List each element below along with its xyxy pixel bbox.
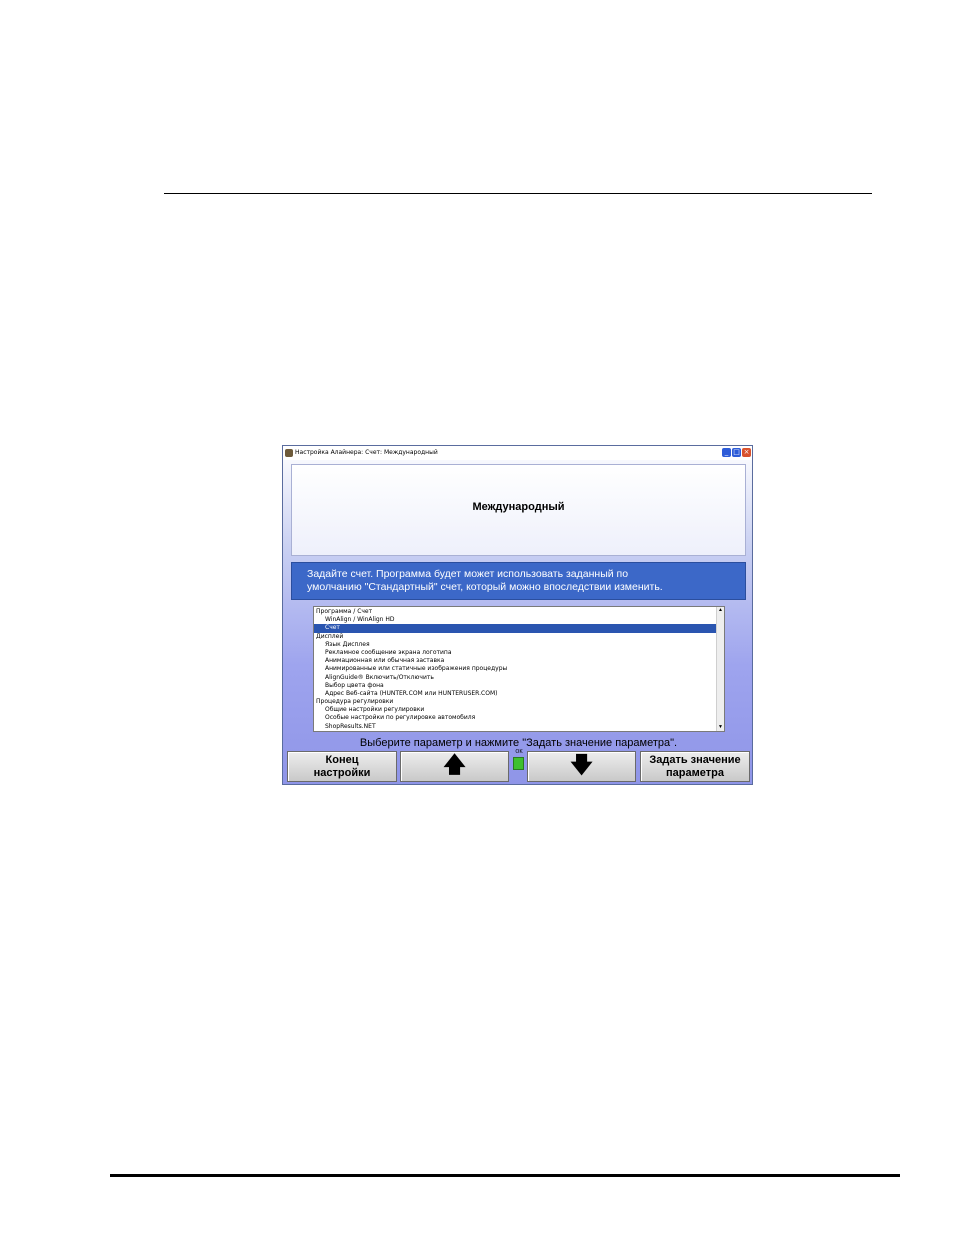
list-item[interactable]: ShopResults.NET [314, 723, 717, 731]
list-item[interactable]: Программа / Счет [314, 608, 717, 616]
instruction-text: Выберите параметр и нажмите "Задать знач… [359, 737, 678, 749]
minimize-icon[interactable]: _ [722, 448, 731, 457]
list-item[interactable]: Анимированные или статичные изображения … [314, 665, 717, 673]
app-window: Настройка Алайнера: Счет: Международный … [282, 445, 753, 785]
end-setup-label-2: настройки [313, 767, 371, 779]
maximize-icon[interactable]: □ [732, 448, 741, 457]
set-value-label-1: Задать значение [649, 754, 741, 766]
list-item[interactable]: Счет [314, 624, 717, 633]
list-item[interactable]: Рекламное сообщение экрана логотипа [314, 649, 717, 657]
move-down-button[interactable]: 🡇 [527, 751, 636, 782]
list-items: Программа / Счет WinAlign / WinAlign HD Сч… [314, 608, 717, 731]
list-item[interactable]: Адрес Веб-сайта (HUNTER.COM или HUNTERUS… [314, 690, 717, 698]
list-item[interactable]: Процедура регулировки [314, 698, 717, 706]
arrow-up-icon: 🡅 [443, 752, 466, 777]
close-icon[interactable]: × [742, 448, 751, 457]
end-setup-button[interactable]: Конец настройки [287, 751, 397, 782]
app-icon [285, 449, 293, 457]
scrollbar[interactable]: ▲ ▼ [716, 607, 724, 731]
list-item[interactable]: Общие настройки регулировки [314, 706, 717, 714]
list-item[interactable]: Выбор цвета фона [314, 682, 717, 690]
top-rule [164, 193, 872, 194]
info-line-1: Задайте счет. Программа будет может испо… [307, 568, 629, 580]
list-item[interactable]: Анимационная или обычная заставка [314, 657, 717, 665]
list-item[interactable]: Язык Дисплея [314, 641, 717, 649]
status-indicator [513, 757, 524, 770]
list-item[interactable]: Дисплей [314, 633, 717, 641]
set-value-button[interactable]: Задать значение параметра [640, 751, 750, 782]
list-item[interactable]: AlignGuide® Включить/Отключить [314, 674, 717, 682]
info-panel: Задайте счет. Программа будет может испо… [291, 562, 746, 600]
page-title: Международный [472, 501, 565, 513]
list-item[interactable]: WinAlign / WinAlign HD [314, 616, 717, 624]
window-title: Настройка Алайнера: Счет: Международный [295, 449, 438, 456]
header-panel: Международный [291, 464, 746, 556]
arrow-down-icon: 🡇 [570, 752, 593, 777]
indicator-label: OK [515, 749, 523, 755]
list-item[interactable]: Особые настройки по регулировке автомоби… [314, 714, 717, 722]
end-setup-label-1: Конец [325, 754, 359, 766]
bottom-rule [110, 1174, 900, 1177]
title-bar: Настройка Алайнера: Счет: Международный … [283, 446, 752, 460]
settings-list[interactable]: Программа / Счет WinAlign / WinAlign HD Сч… [313, 606, 725, 732]
move-up-button[interactable]: 🡅 [400, 751, 509, 782]
scroll-down-icon[interactable]: ▼ [717, 724, 724, 731]
set-value-label-2: параметра [666, 767, 724, 779]
scroll-up-icon[interactable]: ▲ [717, 607, 724, 614]
info-line-2: умолчанию "Стандартный" счет, который мо… [307, 581, 663, 593]
